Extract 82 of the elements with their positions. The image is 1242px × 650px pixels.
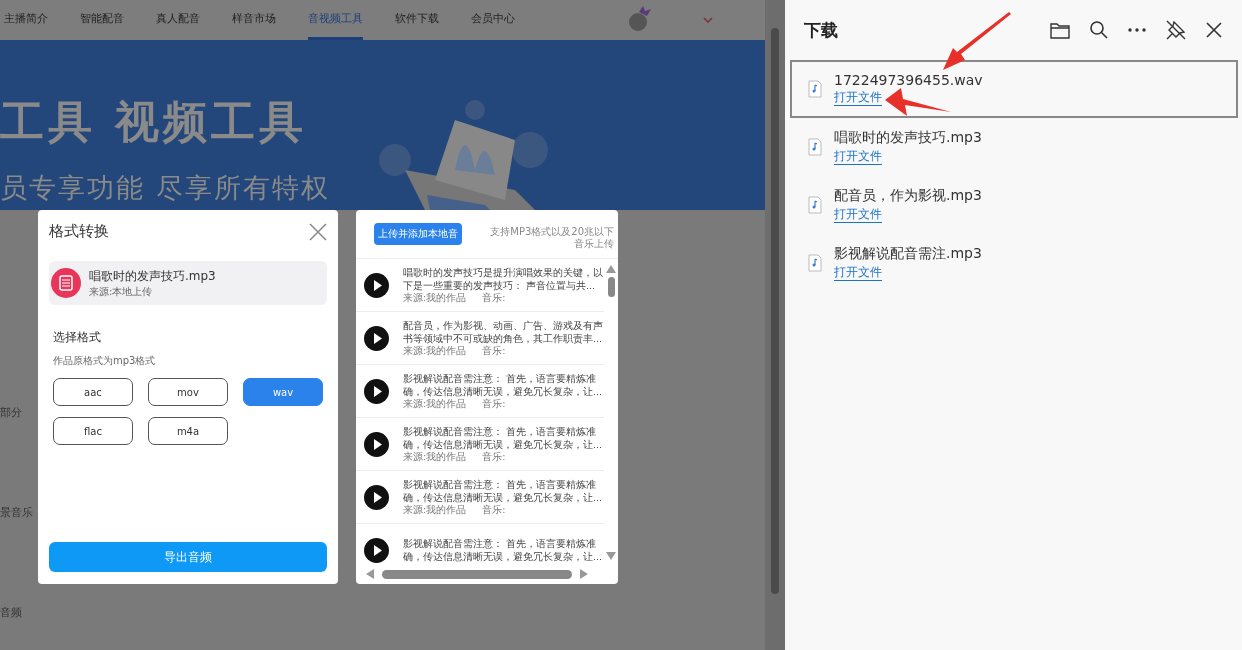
audio-file-icon xyxy=(808,80,822,98)
upload-button[interactable]: 上传并添加本地音 xyxy=(374,223,462,245)
audio-description: 影视解说配音需注意： 首先，语言要精炼准确，传达信息清晰无误，避免冗长复杂，让... xyxy=(403,537,604,563)
banner-title: 工具 视频工具 xyxy=(0,95,309,149)
banner-subtitle: 员专享功能 尽享所有特权 xyxy=(0,171,330,205)
format-option[interactable]: mov xyxy=(148,378,228,406)
search-icon[interactable] xyxy=(1090,21,1108,39)
nav-tab[interactable]: 真人配音 xyxy=(156,0,200,40)
open-file-link[interactable]: 打开文件 xyxy=(834,149,882,165)
audio-source: 来源:我的作品 xyxy=(403,291,467,305)
download-item[interactable]: 配音员，作为影视.mp3 打开文件 xyxy=(790,176,1238,234)
scroll-left-icon[interactable] xyxy=(366,569,374,579)
audio-description: 影视解说配音需注意： 首先，语言要精炼准确，传达信息清晰无误，避免冗长复杂，让... xyxy=(403,424,604,451)
play-icon[interactable] xyxy=(364,537,389,563)
section-label: 音频 xyxy=(0,606,22,620)
open-file-link[interactable]: 打开文件 xyxy=(834,90,882,106)
panel-title: 下载 xyxy=(804,18,838,42)
download-item[interactable]: 影视解说配音需注.mp3 打开文件 xyxy=(790,234,1238,292)
file-name: 唱歌时的发声技巧.mp3 xyxy=(834,129,982,147)
audio-music: 音乐: xyxy=(482,291,506,305)
scroll-right-icon[interactable] xyxy=(580,569,588,579)
format-option[interactable]: wav xyxy=(243,378,323,406)
arrow xyxy=(943,12,1013,72)
scrollbar-thumb[interactable] xyxy=(607,277,615,297)
play-icon[interactable] xyxy=(364,272,389,298)
scroll-down-icon[interactable] xyxy=(606,552,616,560)
page-scrollbar[interactable] xyxy=(765,0,785,650)
folder-icon[interactable] xyxy=(1050,21,1070,39)
play-icon[interactable] xyxy=(364,484,389,510)
play-icon[interactable] xyxy=(364,325,389,351)
audio-list-item[interactable]: 影视解说配音需注意： 首先，语言要精炼准确，传达信息清晰无误，避免冗长复杂，让... 来源:我的作品 音乐: xyxy=(356,365,604,418)
play-icon[interactable] xyxy=(364,431,389,457)
nav-tab[interactable]: 软件下载 xyxy=(395,0,439,40)
arrow xyxy=(885,88,951,118)
audio-file-icon xyxy=(808,254,822,272)
format-hint: 作品原格式为mp3格式 xyxy=(53,354,157,368)
audio-list-item[interactable]: 配音员，作为影视、动画、广告、游戏及有声书等领域中不可或缺的角色，其工作职责丰... 来源:我的作品 音乐: xyxy=(356,312,604,365)
audio-list-item[interactable]: 影视解说配音需注意： 首先，语言要精炼准确，传达信息清晰无误，避免冗长复杂，让... 来源:我的作品 音乐: xyxy=(356,471,604,524)
dialog-title: 格式转换 xyxy=(49,222,109,241)
file-name: 配音员，作为影视.mp3 xyxy=(834,187,982,205)
audio-list-item[interactable]: 唱歌时的发声技巧是提升演唱效果的关键，以下是一些重要的发声技巧： 声音位置与共... 来源:我的作品 音乐: xyxy=(356,259,604,312)
audio-source: 来源:我的作品 xyxy=(403,344,467,358)
more-icon[interactable] xyxy=(1128,28,1146,32)
audio-source: 来源:我的作品 xyxy=(403,397,467,411)
audio-description: 配音员，作为影视、动画、广告、游戏及有声书等领域中不可或缺的角色，其工作职责丰... xyxy=(403,318,604,345)
download-item[interactable]: 唱歌时的发声技巧.mp3 打开文件 xyxy=(790,118,1238,176)
format-option[interactable]: flac xyxy=(53,417,133,445)
audio-source: 来源:我的作品 xyxy=(403,503,467,517)
scroll-up-icon[interactable] xyxy=(606,265,616,273)
nav-tab[interactable]: 样音市场 xyxy=(232,0,276,40)
section-title: 选择格式 xyxy=(53,329,102,346)
nav-tab[interactable]: 主播简介 xyxy=(4,0,48,40)
close-icon[interactable] xyxy=(1206,22,1222,38)
download-item[interactable]: 1722497396455.wav 打开文件 xyxy=(790,60,1238,118)
open-file-link[interactable]: 打开文件 xyxy=(834,265,882,281)
format-option[interactable]: m4a xyxy=(148,417,228,445)
nav-tab[interactable]: 会员中心 xyxy=(471,0,515,40)
audio-music: 音乐: xyxy=(482,503,506,517)
audio-music: 音乐: xyxy=(482,397,506,411)
audio-file-icon xyxy=(808,196,822,214)
audio-file-icon xyxy=(808,138,822,156)
file-name: 唱歌时的发声技巧.mp3 xyxy=(89,267,216,285)
format-option[interactable]: aac xyxy=(53,378,133,406)
open-file-link[interactable]: 打开文件 xyxy=(834,207,882,223)
audio-list-item[interactable]: 影视解说配音需注意： 首先，语言要精炼准确，传达信息清晰无误，避免冗长复杂，让... 来源:我的作品 音乐: xyxy=(356,418,604,471)
upload-hint: 支持MP3格式以及20兆以下音乐上传 xyxy=(489,226,614,250)
audio-source: 来源:我的作品 xyxy=(403,450,467,464)
section-label: 景音乐 xyxy=(0,506,33,520)
audio-description: 唱歌时的发声技巧是提升演唱效果的关键，以下是一些重要的发声技巧： 声音位置与共... xyxy=(403,265,604,292)
file-name: 1722497396455.wav xyxy=(834,72,983,88)
audio-file-icon xyxy=(51,268,81,298)
file-source: 来源:本地上传 xyxy=(89,284,154,299)
scrollbar-thumb[interactable] xyxy=(382,569,572,579)
file-name: 影视解说配音需注.mp3 xyxy=(834,245,982,263)
audio-description: 影视解说配音需注意： 首先，语言要精炼准确，传达信息清晰无误，避免冗长复杂，让... xyxy=(403,477,604,504)
play-icon[interactable] xyxy=(364,378,389,404)
section-label: 部分 xyxy=(0,406,22,420)
audio-music: 音乐: xyxy=(482,344,506,358)
unpin-icon[interactable] xyxy=(1166,20,1186,40)
nav-tab[interactable]: 智能配音 xyxy=(80,0,124,40)
audio-description: 影视解说配音需注意： 首先，语言要精炼准确，传达信息清晰无误，避免冗长复杂，让... xyxy=(403,371,604,398)
audio-music: 音乐: xyxy=(482,450,506,464)
